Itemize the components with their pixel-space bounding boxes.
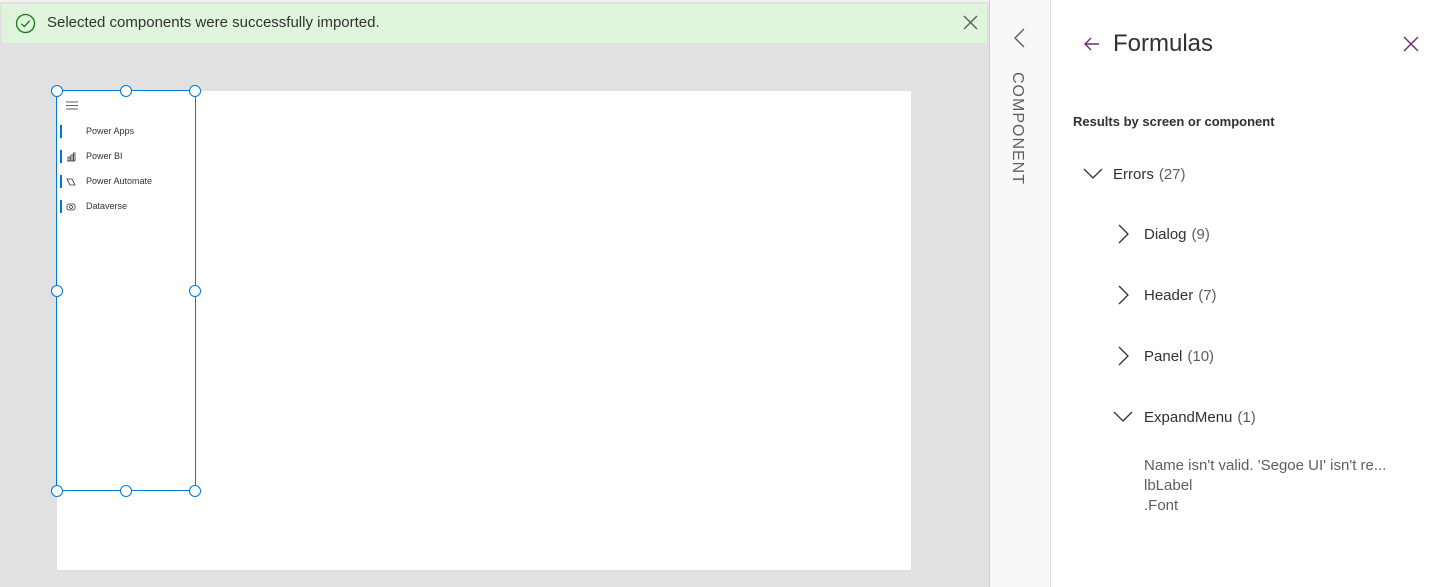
- success-banner: Selected components were successfully im…: [2, 4, 987, 43]
- close-icon[interactable]: [962, 14, 979, 31]
- menu-item-label: Dataverse: [86, 201, 128, 211]
- menu-item-dataverse[interactable]: Dataverse: [60, 200, 190, 214]
- tree-node-dialog[interactable]: Dialog (9): [1115, 223, 1210, 245]
- chevron-down-icon: [1083, 168, 1103, 179]
- resize-handle-bc[interactable]: [120, 485, 132, 497]
- tree-node-expandmenu[interactable]: ExpandMenu (1): [1112, 406, 1256, 428]
- resize-handle-br[interactable]: [189, 485, 201, 497]
- checkmark-circle-icon: [15, 13, 36, 34]
- tree-node-count: (7): [1198, 286, 1217, 304]
- resize-handle-bl[interactable]: [51, 485, 63, 497]
- menu-item-power-apps[interactable]: Power Apps: [60, 125, 190, 139]
- banner-message: Selected components were successfully im…: [47, 14, 380, 31]
- resize-handle-tr[interactable]: [189, 85, 201, 97]
- menu-item-power-bi[interactable]: Power BI: [60, 150, 190, 164]
- component-strip-label: COMPONENT: [1009, 72, 1026, 185]
- menu-item-label: Power Apps: [86, 126, 135, 136]
- menu-item-indicator: [60, 175, 62, 188]
- tree-node-errors[interactable]: Errors (27): [1082, 163, 1186, 185]
- tree-node-label: Panel: [1144, 347, 1183, 365]
- chevron-right-icon: [1118, 224, 1129, 244]
- tree-node-label: ExpandMenu: [1144, 408, 1233, 426]
- chevron-right-icon: [1118, 285, 1129, 305]
- menu-item-indicator: [60, 125, 62, 138]
- chevron-left-icon[interactable]: [1012, 27, 1028, 49]
- flow-icon: [66, 178, 76, 186]
- chevron-down-icon: [1113, 411, 1133, 422]
- arrow-left-icon[interactable]: [1082, 34, 1102, 54]
- tree-node-count: (9): [1191, 225, 1210, 243]
- database-icon: [66, 203, 76, 211]
- menu-item-label: Power BI: [86, 151, 123, 161]
- close-icon[interactable]: [1402, 35, 1420, 53]
- tree-node-panel[interactable]: Panel (10): [1115, 345, 1214, 367]
- hamburger-icon[interactable]: [66, 101, 78, 110]
- chart-icon: [67, 152, 76, 162]
- tree-node-count: (27): [1158, 165, 1186, 183]
- tree-node-count: (10): [1187, 347, 1215, 365]
- editor-area: Selected components were successfully im…: [0, 0, 989, 587]
- tree-node-label: Errors: [1113, 165, 1154, 183]
- error-control-name: lbLabel: [1144, 477, 1193, 494]
- error-message: Name isn't valid. 'Segoe UI' isn't re...: [1144, 457, 1387, 474]
- menu-item-label: Power Automate: [86, 176, 153, 186]
- tree-node-label: Dialog: [1144, 225, 1187, 243]
- menu-item-indicator: [60, 150, 62, 163]
- panel-title: Formulas: [1113, 30, 1214, 57]
- resize-handle-tc[interactable]: [120, 85, 132, 97]
- tree-node-label: Header: [1144, 286, 1194, 304]
- error-property-name: .Font: [1144, 497, 1179, 514]
- error-detail-item[interactable]: Name isn't valid. 'Segoe UI' isn't re...…: [1144, 456, 1386, 516]
- results-subtitle: Results by screen or component: [1073, 114, 1275, 129]
- menu-item-indicator: [60, 200, 62, 213]
- tree-node-count: (1): [1237, 408, 1256, 426]
- resize-handle-tl[interactable]: [51, 85, 63, 97]
- tree-node-header[interactable]: Header (7): [1115, 284, 1217, 306]
- resize-handle-mr[interactable]: [189, 285, 201, 297]
- chevron-right-icon: [1118, 346, 1129, 366]
- menu-item-power-automate[interactable]: Power Automate: [60, 175, 190, 189]
- resize-handle-ml[interactable]: [51, 285, 63, 297]
